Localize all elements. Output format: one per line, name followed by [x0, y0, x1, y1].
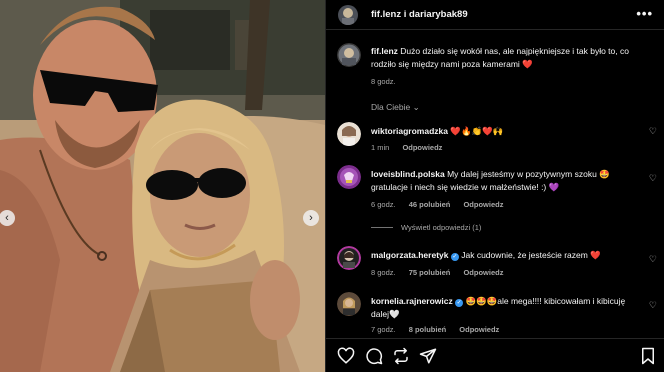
- comment-username[interactable]: malgorzata.heretyk: [371, 250, 448, 260]
- comment-time: 8 godz.: [371, 268, 396, 277]
- caption-time: 8 godz.: [371, 77, 396, 86]
- comment-body: Jak cudownie, że jesteście razem ❤️: [461, 250, 601, 260]
- post-side-panel: fif.lenz i dariarybak89 ••• fif.lenz Duż…: [325, 0, 664, 372]
- comment-meta: 1 min Odpowiedz: [371, 143, 453, 152]
- view-replies-label: Wyświetl odpowiedzi (1): [401, 223, 482, 232]
- like-comment-heart-icon[interactable]: ♡: [649, 300, 657, 311]
- comment-username[interactable]: kornelia.rajnerowicz: [371, 296, 453, 306]
- carousel-next-button[interactable]: ›: [303, 210, 319, 226]
- replies-divider: [371, 227, 393, 228]
- reply-button[interactable]: Odpowiedz: [459, 325, 499, 334]
- commenter-avatar[interactable]: [337, 165, 361, 189]
- comment-meta: 8 godz. 75 polubień Odpowiedz: [371, 268, 514, 277]
- caption-username[interactable]: fif.lenz: [371, 46, 398, 56]
- like-comment-heart-icon[interactable]: ♡: [649, 254, 657, 265]
- comment-username[interactable]: loveisblind.polska: [371, 169, 445, 179]
- comment-likes[interactable]: 8 polubień: [409, 325, 447, 334]
- comment-text: loveisblind.polska My dalej jesteśmy w p…: [371, 168, 641, 194]
- reply-button[interactable]: Odpowiedz: [463, 268, 503, 277]
- comment-body: ❤️🔥👏❤️🙌: [450, 126, 504, 136]
- comment-icon[interactable]: [365, 347, 383, 365]
- photo-illustration: [0, 0, 325, 372]
- commenter-avatar[interactable]: [337, 122, 361, 146]
- view-replies-button[interactable]: Wyświetl odpowiedzi (1): [371, 223, 481, 232]
- verified-badge-icon: ✓: [455, 299, 464, 307]
- post-actions-bar: [326, 338, 664, 372]
- caption-text: fif.lenz Dużo działo się wokół nas, ale …: [371, 45, 651, 71]
- comment-meta: 6 godz. 46 polubień Odpowiedz: [371, 200, 514, 209]
- commenter-avatar[interactable]: [337, 292, 361, 316]
- repost-icon[interactable]: [392, 347, 410, 365]
- comment-time: 6 godz.: [371, 200, 396, 209]
- share-icon[interactable]: [419, 347, 437, 365]
- comment-time: 1 min: [371, 143, 390, 152]
- comment-text: malgorzata.heretyk ✓ Jak cudownie, że je…: [371, 249, 641, 262]
- more-options-button[interactable]: •••: [636, 6, 653, 21]
- commenter-avatar[interactable]: [337, 246, 361, 270]
- author-avatar[interactable]: [338, 5, 358, 25]
- comment-likes[interactable]: 75 polubień: [409, 268, 451, 277]
- caption-body: Dużo działo się wokół nas, ale najpiękni…: [371, 46, 629, 69]
- comment-username[interactable]: wiktoriagromadzka: [371, 126, 448, 136]
- comment-meta: 7 godz. 8 polubień Odpowiedz: [371, 325, 510, 334]
- reply-button[interactable]: Odpowiedz: [402, 143, 442, 152]
- save-icon[interactable]: [639, 347, 657, 365]
- comment-text: wiktoriagromadzka ❤️🔥👏❤️🙌: [371, 125, 641, 138]
- comment-sort-dropdown[interactable]: Dla Ciebie ⌄: [371, 102, 420, 113]
- post-header: fif.lenz i dariarybak89 •••: [326, 0, 664, 30]
- comment-time: 7 godz.: [371, 325, 396, 334]
- reply-button[interactable]: Odpowiedz: [463, 200, 503, 209]
- caption-avatar[interactable]: [337, 43, 361, 67]
- caption-emoji: ❤️: [522, 59, 533, 69]
- heart-icon[interactable]: [337, 347, 355, 365]
- like-comment-heart-icon[interactable]: ♡: [649, 173, 657, 184]
- post-photo: ‹ ›: [0, 0, 325, 372]
- like-comment-heart-icon[interactable]: ♡: [649, 126, 657, 137]
- verified-badge-icon: ✓: [450, 253, 459, 261]
- comment-likes[interactable]: 46 polubień: [409, 200, 451, 209]
- comment-text: kornelia.rajnerowicz ✓ 🤩🤩🤩ale mega!!!! k…: [371, 295, 641, 321]
- author-names[interactable]: fif.lenz i dariarybak89: [371, 9, 468, 20]
